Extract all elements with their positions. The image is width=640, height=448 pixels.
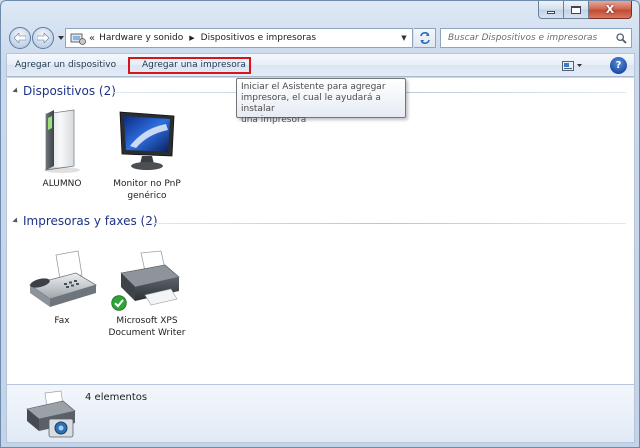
view-icon [562, 60, 574, 71]
breadcrumb-hardware-y-sonido[interactable]: Hardware y sonido [99, 33, 183, 43]
address-bar[interactable]: « Hardware y sonido ▶ Dispositivos e imp… [65, 28, 413, 48]
device-label: Monitor no PnP genérico [113, 179, 181, 201]
group-header-dispositivos[interactable]: Dispositivos (2) [12, 84, 116, 98]
printer-label: Fax [54, 316, 70, 326]
close-icon: X [605, 3, 615, 16]
printer-item-microsoft-xps[interactable]: Microsoft XPS Document Writer [107, 241, 187, 339]
item-count: 4 elementos [85, 392, 148, 403]
refresh-icon [419, 32, 430, 44]
add-printer-tooltip: Iniciar el Asistente para agregar impres… [236, 78, 406, 125]
printer-label: Microsoft XPS Document Writer [108, 316, 186, 338]
breadcrumb-dispositivos-e-impresoras[interactable]: Dispositivos e impresoras [201, 33, 316, 43]
breadcrumb-arrow-icon[interactable]: ▶ [189, 34, 194, 42]
command-bar: Agregar un dispositivo Agregar una impre… [6, 53, 635, 77]
caption-buttons: X [538, 1, 632, 19]
maximize-icon [571, 5, 581, 14]
maximize-button[interactable] [564, 1, 589, 19]
help-button[interactable]: ? [610, 57, 627, 74]
chevron-down-icon [577, 64, 582, 67]
search-input[interactable] [441, 33, 611, 43]
fax-icon [24, 241, 100, 311]
navigation-buttons [9, 27, 66, 49]
forward-button[interactable] [32, 27, 54, 49]
add-device-button[interactable]: Agregar un dispositivo [9, 57, 122, 74]
group-header-impresoras-y-faxes[interactable]: Impresoras y faxes (2) [12, 214, 158, 228]
forward-arrow-icon [37, 33, 49, 43]
default-checkmark-icon [111, 295, 127, 311]
control-panel-icon [69, 31, 87, 45]
minimize-button[interactable] [538, 1, 564, 19]
search-box[interactable] [440, 28, 632, 48]
minimize-icon [547, 11, 555, 14]
breadcrumb-overflow-button[interactable]: « [89, 33, 95, 44]
details-pane: 4 elementos [6, 384, 635, 443]
collapse-triangle-icon[interactable] [12, 217, 20, 225]
add-printer-button[interactable]: Agregar una impresora [128, 57, 251, 74]
chevron-down-icon [58, 36, 64, 40]
printer-item-fax[interactable]: Fax [22, 241, 102, 327]
back-button[interactable] [9, 27, 31, 49]
device-item-monitor[interactable]: Monitor no PnP genérico [107, 104, 187, 202]
device-item-alumno[interactable]: ALUMNO [22, 104, 102, 190]
search-icon[interactable] [611, 32, 631, 44]
close-button[interactable]: X [589, 1, 632, 19]
address-history-dropdown[interactable]: ▼ [396, 29, 412, 47]
group-title: Impresoras y faxes (2) [23, 214, 158, 228]
collapse-triangle-icon[interactable] [12, 87, 20, 95]
refresh-button[interactable] [414, 28, 436, 48]
monitor-icon [109, 104, 185, 174]
back-arrow-icon [14, 33, 26, 43]
group-divider [147, 223, 626, 224]
device-label: ALUMNO [42, 179, 82, 189]
computer-tower-icon [24, 104, 100, 174]
printer-camera-icon [23, 389, 79, 439]
group-title: Dispositivos (2) [23, 84, 116, 98]
change-view-button[interactable] [558, 57, 586, 74]
explorer-window: X « Hardware y sonido ▶ Dispositivos e i… [0, 0, 640, 448]
default-printer-icon [109, 241, 185, 311]
